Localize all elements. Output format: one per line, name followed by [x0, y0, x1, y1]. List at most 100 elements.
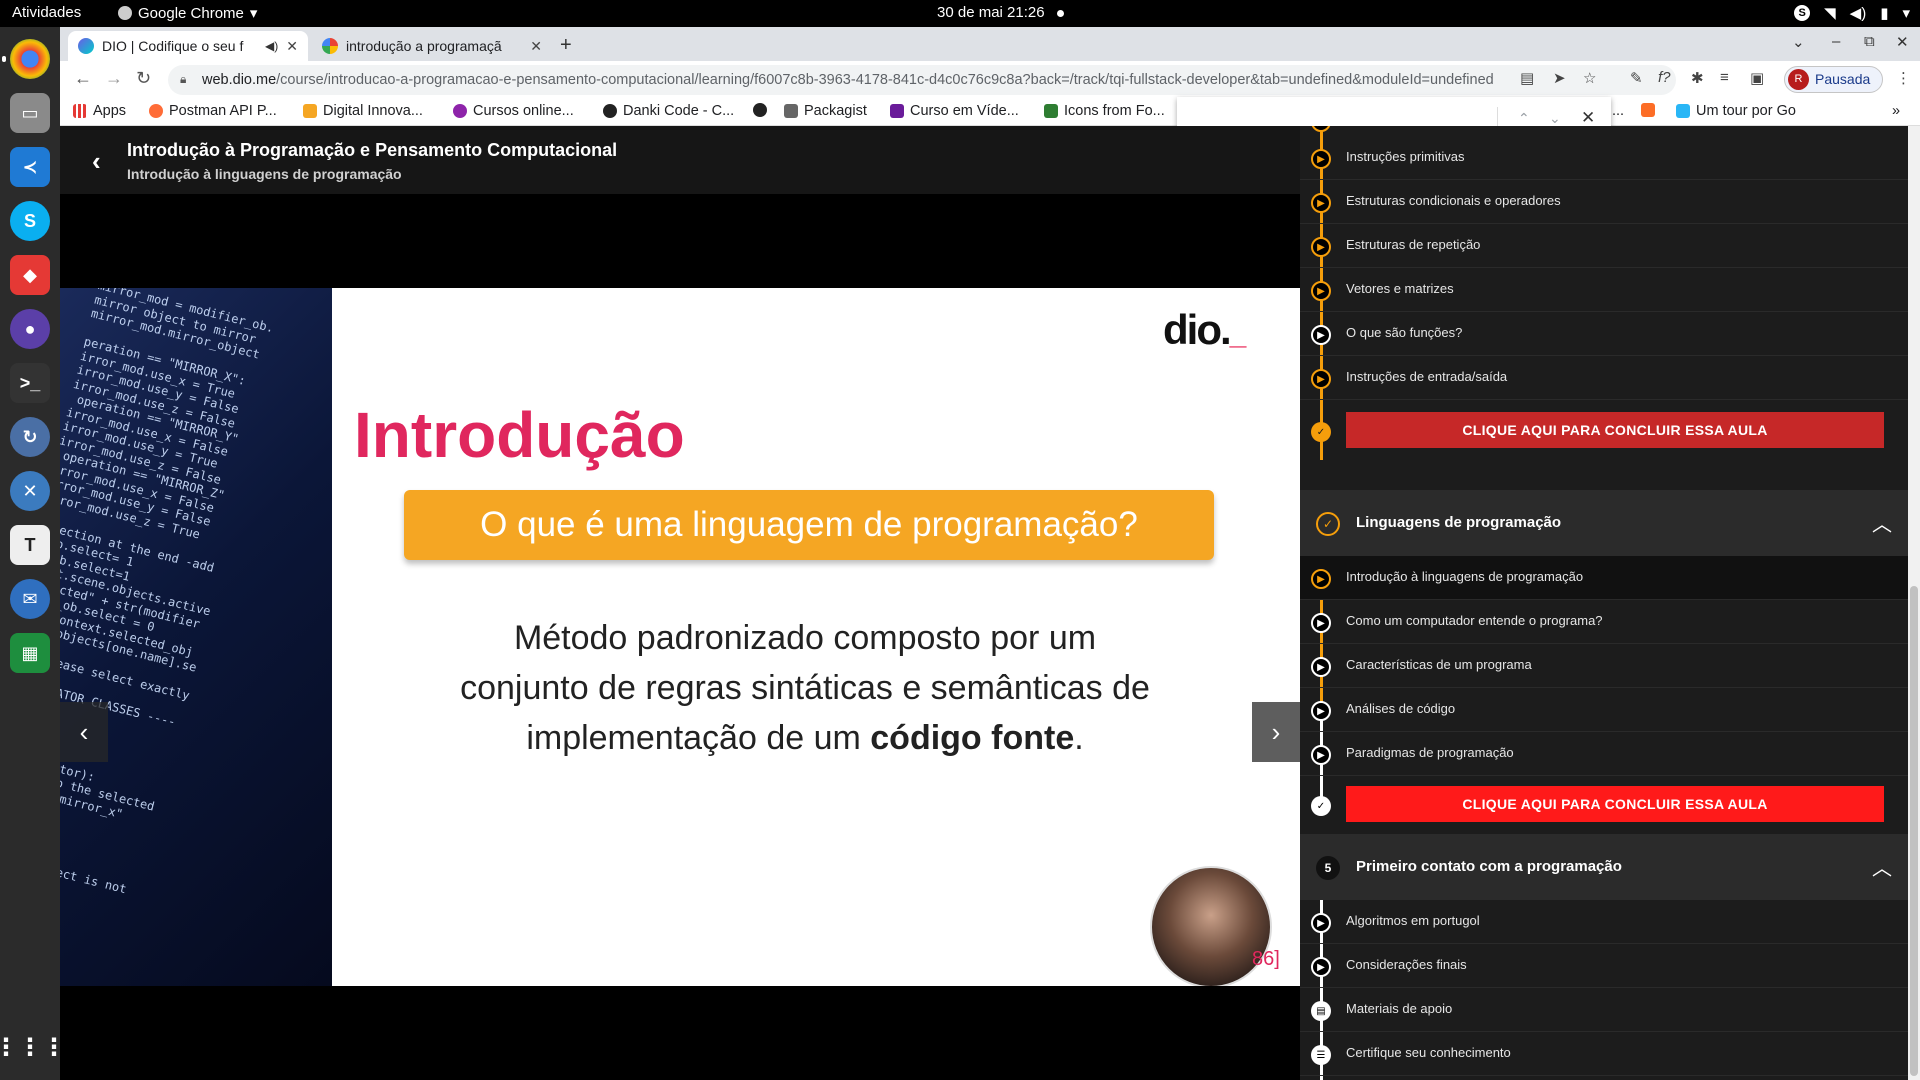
typora-dock-icon[interactable]: T [10, 525, 50, 565]
chevron-up-icon[interactable]: ︿ [1872, 508, 1892, 537]
thunderbird-dock-icon[interactable]: ✉ [10, 579, 50, 619]
lesson-item[interactable]: ▶ Características de um programa [1300, 644, 1908, 688]
tab-search-icon[interactable]: ⌄ [1792, 33, 1805, 51]
lesson-item[interactable]: ▶ O que são funções? [1300, 312, 1908, 356]
minimize-icon[interactable]: – [1832, 33, 1840, 50]
side-panel-icon[interactable]: ▣ [1750, 69, 1764, 87]
bookmark-danki-code[interactable]: Danki Code - C... [603, 103, 734, 119]
close-tab-icon[interactable]: ✕ [286, 38, 298, 55]
tab-google-search[interactable]: introdução a programaçã ✕ [312, 31, 552, 61]
google-favicon-icon [322, 38, 338, 54]
media-controls-icon[interactable]: ≡ [1720, 69, 1729, 86]
module-header-primeiro-contato[interactable]: 5 Primeiro contato com a programação ︿ [1300, 834, 1908, 900]
lesson-item-current[interactable]: ▶ Introdução à linguagens de programação [1300, 556, 1908, 600]
sidebar-scrollbar[interactable] [1908, 126, 1920, 1080]
power-menu-icon[interactable]: ▾ [1902, 4, 1910, 22]
lesson-item[interactable]: ▤ Materiais de apoio [1300, 988, 1908, 1032]
show-apps-grid-icon[interactable]: ⋮⋮⋮ [0, 1027, 66, 1067]
extensions-puzzle-icon[interactable]: ✱ [1691, 69, 1704, 87]
lesson-item[interactable]: ▶ Paradigmas de programação [1300, 732, 1908, 776]
tab-title: DIO | Codifique o seu f [102, 38, 244, 54]
new-tab-button[interactable]: + [560, 34, 572, 57]
skype-dock-icon[interactable]: S [10, 201, 50, 241]
lesson-item[interactable]: ▶ Como um computador entende o programa? [1300, 600, 1908, 644]
close-window-icon[interactable]: ✕ [1896, 33, 1909, 51]
lesson-item[interactable]: ▶ Instruções de entrada/saída [1300, 356, 1908, 400]
back-arrow-icon[interactable]: ‹ [92, 146, 101, 177]
bookmarks-overflow-icon[interactable]: » [1892, 103, 1900, 119]
back-icon[interactable]: ← [74, 68, 92, 89]
github-icon [753, 103, 767, 117]
lesson-item-partial[interactable]: ▶ [1300, 126, 1908, 136]
bookmark-gitlab[interactable] [1641, 103, 1655, 117]
vscode-dock-icon[interactable]: ≺ [10, 147, 50, 187]
find-next-icon[interactable]: ⌄ [1549, 110, 1561, 127]
chevron-up-icon[interactable]: ︿ [1872, 852, 1892, 881]
find-previous-icon[interactable]: ⌃ [1518, 110, 1530, 127]
bookmark-apps[interactable]: Apps [73, 103, 126, 119]
chrome-menu-icon[interactable]: ⋮ [1896, 69, 1911, 87]
bookmark-github[interactable] [753, 103, 767, 117]
lesson-item[interactable]: ▶ Algoritmos em portugol [1300, 900, 1908, 944]
tab-dio[interactable]: DIO | Codifique o seu f ◀) ✕ [68, 31, 308, 61]
lesson-item[interactable]: ▶ Instruções primitivas [1300, 136, 1908, 180]
document-icon: ▤ [1311, 1001, 1331, 1021]
forward-icon[interactable]: → [105, 68, 123, 89]
chevron-left-icon: ‹ [79, 716, 89, 747]
spreadsheet-dock-icon[interactable]: ▦ [10, 633, 50, 673]
play-icon: ▶ [1311, 913, 1331, 933]
terminal-dock-icon[interactable]: >_ [10, 363, 50, 403]
formula-extension-icon[interactable]: f? [1658, 69, 1671, 86]
lesson-item[interactable]: ▶ Considerações finais [1300, 944, 1908, 988]
lesson-item[interactable]: ▶ Vetores e matrizes [1300, 268, 1908, 312]
lesson-item[interactable]: ▶ Estruturas de repetição [1300, 224, 1908, 268]
lesson-item[interactable]: ▶ Análises de código [1300, 688, 1908, 732]
bookmark-tour-go[interactable]: Um tour por Go [1676, 103, 1796, 119]
eclipse-dock-icon[interactable]: ● [10, 309, 50, 349]
previous-slide-button[interactable]: ‹ [60, 702, 108, 762]
app-menu[interactable]: Google Chrome ▾ [118, 4, 257, 22]
workbench-dock-icon[interactable]: ✕ [10, 471, 50, 511]
bookmark-curso-em-video[interactable]: Curso em Víde... [890, 103, 1019, 119]
lock-icon[interactable]: 🔒︎ [180, 72, 186, 87]
address-bar[interactable]: 🔒︎ web.dio.me/course/introducao-a-progra… [168, 65, 1676, 95]
dio-favicon-icon [78, 38, 94, 54]
bookmark-packagist[interactable]: Packagist [784, 103, 867, 119]
restore-icon[interactable]: ⧉ [1864, 33, 1875, 50]
activities-button[interactable]: Atividades [12, 4, 81, 21]
clock[interactable]: 30 de mai 21:26 [937, 4, 1045, 21]
skype-tray-icon[interactable]: S [1794, 5, 1811, 21]
chrome-dock-icon[interactable] [2, 39, 50, 79]
send-to-device-icon[interactable]: ➤ [1553, 69, 1566, 87]
lesson-item[interactable]: ▶ Estruturas condicionais e operadores [1300, 180, 1908, 224]
next-slide-button[interactable]: › [1252, 702, 1300, 762]
anydesk-dock-icon[interactable]: ◆ [10, 255, 50, 295]
tab-audio-icon[interactable]: ◀) [265, 39, 278, 53]
files-dock-icon[interactable]: ▭ [10, 93, 50, 133]
update-dock-icon[interactable]: ↻ [10, 417, 50, 457]
close-tab-icon[interactable]: ✕ [530, 38, 542, 55]
url-path: /course/introducao-a-programacao-e-pensa… [276, 72, 1494, 88]
lesson-item[interactable]: ☰ Certifique seu conhecimento [1300, 1032, 1908, 1076]
bookmark-star-icon[interactable]: ☆ [1583, 69, 1596, 87]
module-header-linguagens[interactable]: ✓ Linguagens de programação ︿ [1300, 490, 1908, 556]
system-tray[interactable]: S ◥ ◀) ▮ ▾ [1794, 4, 1910, 22]
color-picker-extension-icon[interactable]: ✎ [1630, 69, 1643, 87]
play-icon: ▶ [1311, 237, 1331, 257]
conclude-lesson-button[interactable]: CLIQUE AQUI PARA CONCLUIR ESSA AULA [1346, 786, 1884, 822]
postman-icon [149, 104, 163, 118]
play-icon: ▶ [1311, 193, 1331, 213]
recording-indicator-icon [1057, 10, 1064, 17]
bookmark-dio[interactable]: Digital Innova... [303, 103, 423, 119]
bookmark-postman[interactable]: Postman API P... [149, 103, 277, 119]
conclude-lesson-button[interactable]: CLIQUE AQUI PARA CONCLUIR ESSA AULA [1346, 412, 1884, 448]
reader-mode-icon[interactable]: ▤ [1520, 69, 1534, 87]
scrollbar-thumb[interactable] [1910, 586, 1918, 1076]
video-slide[interactable]: mirror_mod = modifier_ob. mirror object … [60, 288, 1300, 986]
bookmark-overflow-partial[interactable]: ... [1612, 103, 1624, 119]
profile-button[interactable]: R Pausada [1784, 66, 1884, 93]
bookmark-icons[interactable]: Icons from Fo... [1044, 103, 1165, 119]
reload-icon[interactable]: ↻ [136, 68, 151, 89]
bookmark-cursos-online[interactable]: Cursos online... [453, 103, 574, 119]
find-close-icon[interactable]: ✕ [1581, 108, 1595, 128]
